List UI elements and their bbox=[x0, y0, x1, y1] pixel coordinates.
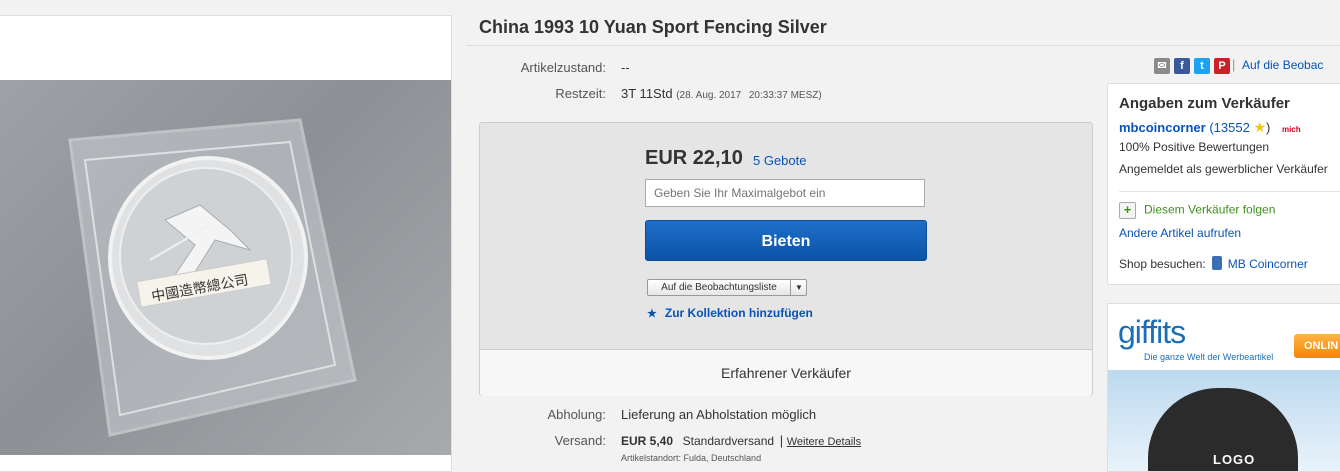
title-divider bbox=[466, 45, 1340, 46]
add-to-collection-label[interactable]: Zur Kollektion hinzufügen bbox=[665, 306, 813, 320]
condition-label: Artikelzustand: bbox=[520, 60, 606, 75]
ad-logo: giffits bbox=[1118, 314, 1186, 350]
shipping-value: EUR 5,40 Standardversand | Weitere Detai… bbox=[621, 433, 861, 448]
add-to-collection-link[interactable]: ★ Zur Kollektion hinzufügen bbox=[647, 306, 813, 320]
twitter-icon[interactable]: t bbox=[1194, 58, 1210, 74]
facebook-icon[interactable]: f bbox=[1174, 58, 1190, 74]
seller-heading: Angaben zum Verkäufer bbox=[1119, 95, 1290, 112]
feedback-close-paren: ) bbox=[1266, 120, 1271, 135]
chevron-down-icon[interactable]: ▼ bbox=[792, 280, 806, 295]
follow-seller-link[interactable]: + Diesem Verkäufer folgen bbox=[1119, 202, 1275, 219]
shop-link[interactable]: MB Coincorner bbox=[1228, 257, 1308, 271]
bid-count-link[interactable]: 5 Gebote bbox=[753, 153, 807, 168]
email-icon[interactable]: ✉ bbox=[1154, 58, 1170, 74]
watchlist-button[interactable]: Auf die Beobachtungsliste ▼ bbox=[647, 279, 807, 296]
store-icon bbox=[1211, 256, 1222, 270]
cap-logo-text: LOGO bbox=[1213, 452, 1256, 467]
star-icon: ★ bbox=[647, 308, 657, 320]
time-left-duration: 3T 11Std bbox=[621, 86, 673, 101]
shipping-separator: | bbox=[779, 433, 784, 448]
ad-tagline: Die ganze Welt der Werbeartikel bbox=[1144, 352, 1274, 362]
shipping-cost: EUR 5,40 bbox=[621, 434, 674, 448]
experienced-seller-banner: Erfahrener Verkäufer bbox=[480, 349, 1092, 396]
seller-name-link[interactable]: mbcoincorner bbox=[1119, 120, 1206, 135]
coin-image: 中國造幣總公司 bbox=[68, 118, 357, 437]
seller-registration: Angemeldet als gewerblicher Verkäufer bbox=[1119, 162, 1328, 176]
feedback-score-link[interactable]: 13552 bbox=[1214, 120, 1250, 135]
end-time: 20:33:37 MESZ) bbox=[748, 90, 822, 101]
pinterest-icon[interactable]: P bbox=[1214, 58, 1230, 74]
ad-image: LOGO bbox=[1108, 370, 1340, 471]
shop-row: Shop besuchen: MB Coincorner bbox=[1119, 256, 1308, 271]
plus-icon[interactable]: + bbox=[1119, 202, 1136, 219]
shipping-label: Versand: bbox=[554, 433, 606, 448]
ad-online-button[interactable]: ONLIN bbox=[1294, 334, 1340, 358]
time-left-value: 3T 11Std (28. Aug. 2017 20:33:37 MESZ) bbox=[621, 86, 822, 101]
other-items-link[interactable]: Andere Artikel aufrufen bbox=[1119, 226, 1241, 240]
mich-badge: mich bbox=[1281, 125, 1301, 134]
condition-value: -- bbox=[621, 60, 630, 75]
image-panel: 中國造幣總公司 bbox=[0, 15, 452, 472]
time-left-label: Restzeit: bbox=[555, 86, 606, 101]
listing-main: China 1993 10 Yuan Sport Fencing Silver … bbox=[466, 0, 1340, 472]
current-price: EUR 22,10 bbox=[645, 147, 743, 169]
seller-divider bbox=[1119, 191, 1340, 192]
bid-box: EUR 22,10 5 Gebote Bieten Auf die Beobac… bbox=[479, 122, 1093, 396]
star-icon: ★ bbox=[1253, 119, 1266, 135]
shipping-method: Standardversand bbox=[682, 434, 775, 448]
shop-label: Shop besuchen: bbox=[1119, 257, 1206, 271]
shipping-details-link[interactable]: Weitere Details bbox=[787, 436, 861, 448]
positive-feedback: 100% Positive Bewertungen bbox=[1119, 140, 1270, 154]
watchlist-button-label[interactable]: Auf die Beobachtungsliste bbox=[648, 280, 791, 295]
bid-button[interactable]: Bieten bbox=[645, 220, 927, 261]
product-photo[interactable]: 中國造幣總公司 bbox=[0, 80, 451, 455]
advertisement[interactable]: giffits Die ganze Welt der Werbeartikel … bbox=[1107, 303, 1340, 472]
end-date: (28. Aug. 2017 bbox=[676, 90, 742, 101]
seller-name-row: mbcoincorner (13552 ★) mich bbox=[1119, 119, 1301, 136]
follow-seller-label[interactable]: Diesem Verkäufer folgen bbox=[1144, 203, 1275, 217]
item-location: Artikelstandort: Fulda, Deutschland bbox=[621, 453, 762, 463]
seller-info-box: Angaben zum Verkäufer mbcoincorner (1355… bbox=[1107, 83, 1340, 285]
max-bid-input[interactable] bbox=[645, 179, 925, 207]
pickup-value: Lieferung an Abholstation möglich bbox=[621, 407, 817, 422]
add-to-watchlist-link[interactable]: Auf die Beobac bbox=[1242, 58, 1323, 72]
share-separator: | bbox=[1232, 57, 1236, 72]
listing-title: China 1993 10 Yuan Sport Fencing Silver bbox=[479, 17, 827, 37]
pickup-label: Abholung: bbox=[547, 407, 606, 422]
